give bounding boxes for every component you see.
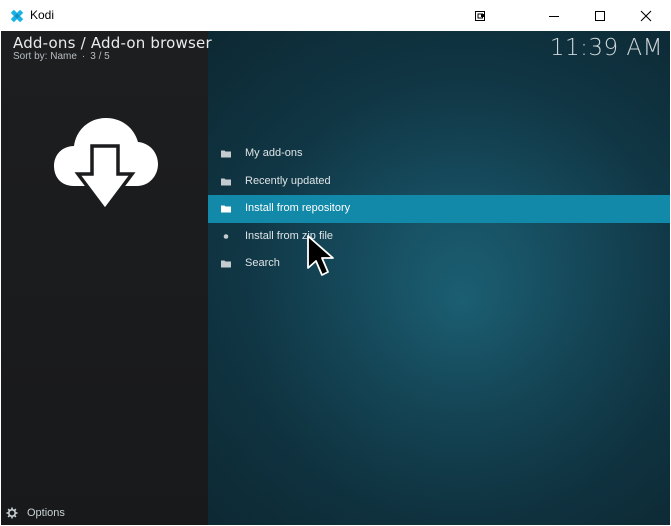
folder-icon: [221, 150, 231, 158]
background-panel: [208, 31, 670, 525]
folder-icon: [221, 260, 231, 268]
minimize-button[interactable]: [531, 0, 577, 31]
menu-item-label: My add-ons: [245, 147, 303, 159]
restore-icon: [475, 10, 485, 21]
breadcrumb: Add-ons / Add-on browser: [13, 34, 212, 52]
options-label: Options: [27, 507, 65, 519]
menu-item-recently-updated[interactable]: Recently updated: [208, 168, 670, 196]
menu-item-install-from-repository[interactable]: Install from repository: [208, 195, 670, 223]
menu-item-search[interactable]: Search: [208, 250, 670, 278]
menu-item-my-addons[interactable]: My add-ons: [208, 140, 670, 168]
options-gear-icon: [6, 507, 18, 519]
item-position: 3 / 5: [90, 51, 110, 62]
window-title: Kodi: [30, 8, 55, 22]
folder-icon: [221, 205, 231, 213]
addon-browser-menu: My add-ons Recently updated Install from…: [208, 140, 670, 278]
sort-label: Sort by: Name: [13, 51, 77, 62]
clock: 11:39 AM: [549, 35, 663, 61]
restore-button[interactable]: [457, 0, 503, 31]
close-icon: [640, 10, 652, 21]
sort-info: Sort by: Name · 3 / 5: [13, 51, 110, 62]
options-button[interactable]: Options: [6, 505, 65, 521]
kodi-app-area: Add-ons / Add-on browser Sort by: Name · 3…: [1, 31, 670, 525]
mouse-pointer-icon: [307, 235, 334, 276]
sidebar-panel: [1, 31, 208, 525]
menu-item-label: Search: [245, 257, 280, 269]
menu-item-label: Install from repository: [245, 202, 351, 214]
title-bar: Kodi: [0, 0, 671, 31]
close-button[interactable]: [623, 0, 669, 31]
kodi-window: Kodi Add-ons / Add-on browser Sort by: N…: [0, 0, 671, 526]
menu-item-label: Recently updated: [245, 174, 331, 187]
maximize-button[interactable]: [577, 0, 623, 31]
folder-icon: [221, 178, 231, 185]
minimize-icon: [549, 15, 559, 17]
bullet-icon: [223, 233, 229, 239]
maximize-icon: [595, 10, 605, 21]
menu-item-install-from-zip[interactable]: Install from zip file: [208, 223, 670, 251]
cloud-download-icon: [54, 118, 158, 213]
kodi-logo-icon: [10, 9, 24, 23]
